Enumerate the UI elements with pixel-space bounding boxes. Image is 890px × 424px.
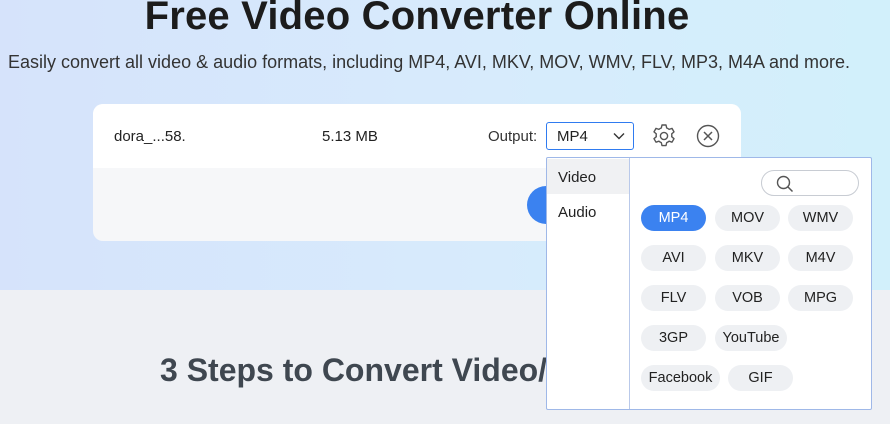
output-label: Output: (488, 128, 538, 145)
format-option-3gp[interactable]: 3GP (641, 325, 706, 351)
file-size: 5.13 MB (322, 128, 378, 145)
page-title: Free Video Converter Online (144, 0, 690, 38)
format-option-gif[interactable]: GIF (728, 365, 793, 391)
search-icon (776, 175, 794, 193)
format-option-mkv[interactable]: MKV (715, 245, 780, 271)
format-option-m4v[interactable]: M4V (788, 245, 853, 271)
output-format-select[interactable]: MP4 (546, 122, 634, 150)
format-category-list: Video Audio (547, 158, 630, 409)
format-dropdown: Video Audio MP4 MOV WMV AVI MKV M4V FLV … (546, 157, 872, 410)
format-option-mov[interactable]: MOV (715, 205, 780, 231)
file-name: dora_...58. (114, 128, 186, 145)
steps-heading: 3 Steps to Convert Video/Au (160, 352, 590, 388)
format-option-facebook[interactable]: Facebook (641, 365, 720, 391)
category-video[interactable]: Video (547, 159, 629, 194)
format-option-mp4[interactable]: MP4 (641, 205, 706, 231)
page-subtitle: Easily convert all video & audio formats… (8, 52, 851, 72)
format-option-mpg[interactable]: MPG (788, 285, 853, 311)
format-option-wmv[interactable]: WMV (788, 205, 853, 231)
format-option-flv[interactable]: FLV (641, 285, 706, 311)
category-audio[interactable]: Audio (547, 194, 629, 229)
close-circle-icon[interactable] (696, 124, 720, 148)
format-option-avi[interactable]: AVI (641, 245, 706, 271)
output-format-value: MP4 (557, 128, 588, 145)
chevron-down-icon (613, 133, 625, 140)
gear-icon[interactable] (651, 123, 677, 149)
format-option-youtube[interactable]: YouTube (715, 325, 787, 351)
format-search-input[interactable] (761, 170, 859, 196)
format-option-vob[interactable]: VOB (715, 285, 780, 311)
